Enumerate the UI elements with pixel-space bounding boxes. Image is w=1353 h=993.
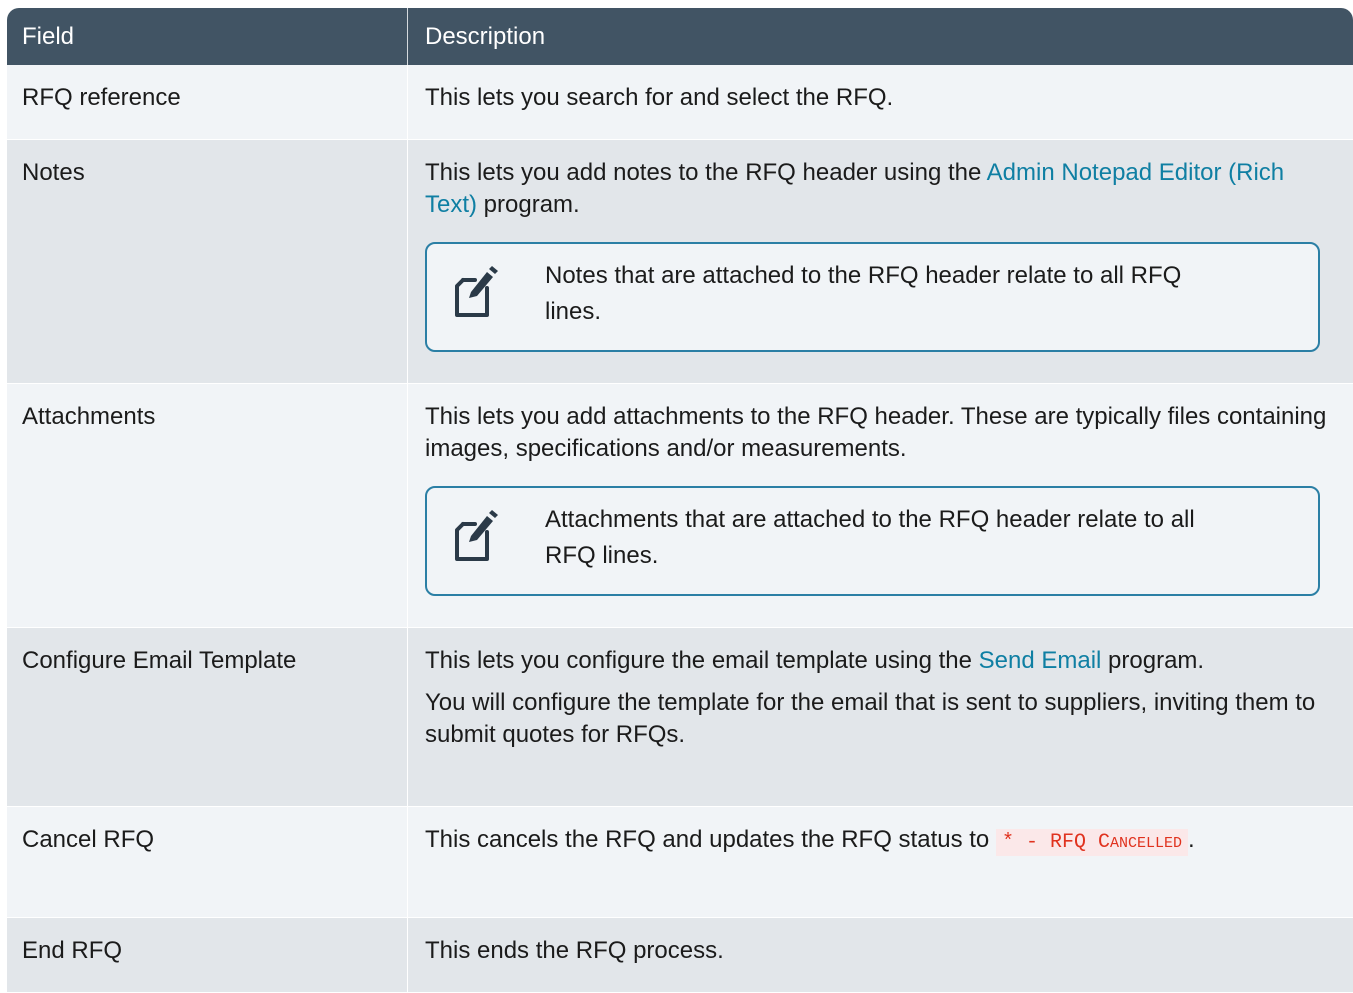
header-field: Field bbox=[7, 8, 408, 65]
description-text: This cancels the RFQ and updates the RFQ… bbox=[425, 826, 1195, 856]
field-name: Notes bbox=[7, 140, 408, 383]
field-description: This cancels the RFQ and updates the RFQ… bbox=[408, 807, 1353, 917]
table-row: RFQ reference This lets you search for a… bbox=[7, 65, 1353, 140]
note-pencil-icon bbox=[455, 510, 498, 561]
field-name: Cancel RFQ bbox=[7, 807, 408, 917]
table-header: Field Description bbox=[7, 8, 1353, 65]
note-text: Notes that are attached to the RFQ heade… bbox=[545, 262, 1182, 325]
description-text: This ends the RFQ process. bbox=[425, 937, 724, 964]
note-box: Attachments that are attached to the RFQ… bbox=[425, 486, 1320, 596]
field-description: This lets you search for and select the … bbox=[408, 65, 1353, 139]
description-text: This lets you add attachments to the RFQ… bbox=[425, 403, 1327, 462]
table-row: Configure Email Template This lets you c… bbox=[7, 628, 1353, 807]
field-name: End RFQ bbox=[7, 918, 408, 992]
field-name: RFQ reference bbox=[7, 65, 408, 139]
note-box: Notes that are attached to the RFQ heade… bbox=[425, 242, 1320, 352]
table-row: Notes This lets you add notes to the RFQ… bbox=[7, 140, 1353, 384]
send-email-link[interactable]: Send Email bbox=[979, 647, 1102, 674]
table-row: Cancel RFQ This cancels the RFQ and upda… bbox=[7, 807, 1353, 918]
note-pencil-icon bbox=[455, 266, 498, 317]
header-description: Description bbox=[425, 22, 546, 50]
field-name: Configure Email Template bbox=[7, 628, 408, 806]
table-row: Attachments This lets you add attachment… bbox=[7, 384, 1353, 628]
description-text: This lets you search for and select the … bbox=[425, 84, 894, 111]
description-text: This lets you configure the email templa… bbox=[425, 647, 1205, 674]
status-code: * - RFQ CANCELLED bbox=[995, 829, 1188, 856]
field-description: This lets you add attachments to the RFQ… bbox=[408, 384, 1353, 627]
description-text: This lets you add notes to the RFQ heade… bbox=[425, 159, 1285, 218]
field-description: This ends the RFQ process. bbox=[408, 918, 1353, 992]
field-description: This lets you configure the email templa… bbox=[408, 628, 1353, 806]
field-name: Attachments bbox=[7, 384, 408, 627]
note-text: Attachments that are attached to the RFQ… bbox=[545, 506, 1195, 569]
field-description: This lets you add notes to the RFQ heade… bbox=[408, 140, 1353, 383]
field-description-table: Field Description RFQ reference This let… bbox=[7, 8, 1353, 993]
description-text: You will configure the template for the … bbox=[425, 689, 1316, 748]
table-row: End RFQ This ends the RFQ process. bbox=[7, 918, 1353, 993]
